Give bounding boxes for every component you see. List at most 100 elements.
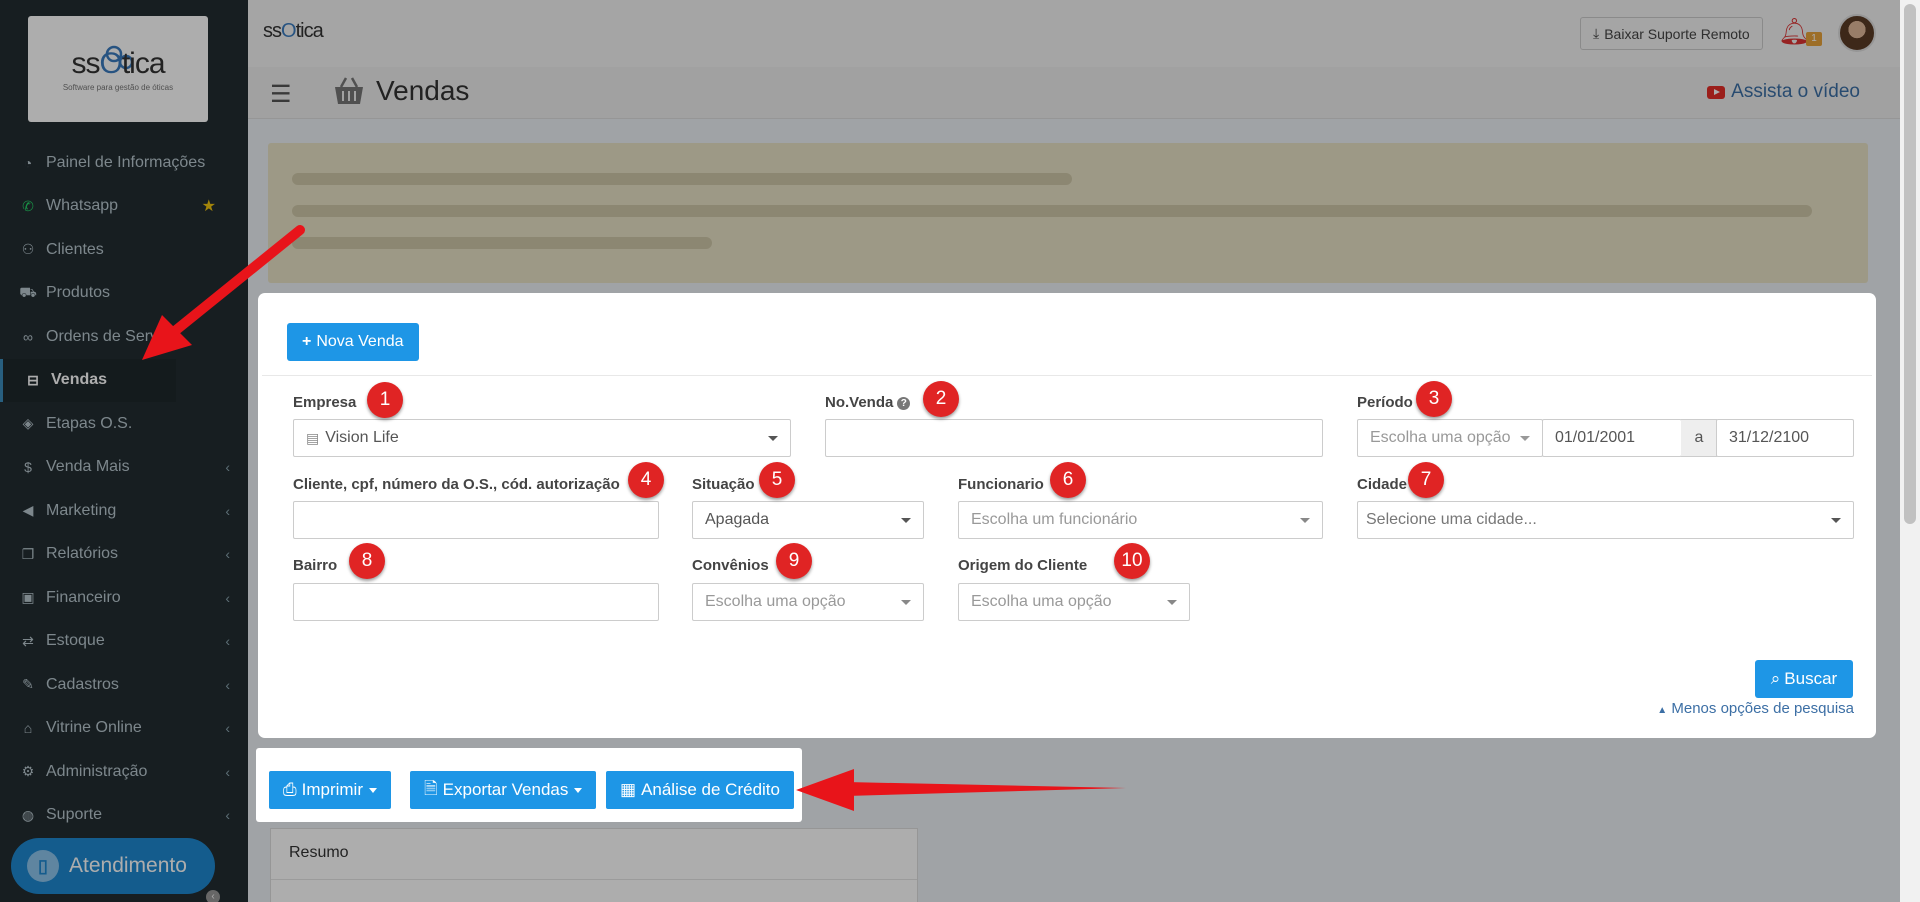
basket-icon: ⊟ bbox=[27, 371, 39, 388]
sidebar-item-administracao[interactable]: ⚙ Administração ‹ bbox=[0, 750, 248, 794]
sidebar-item-produtos[interactable]: ⛟ Produtos bbox=[0, 272, 248, 316]
sidebar-item-etapas[interactable]: ◈ Etapas O.S. bbox=[0, 402, 248, 446]
caret-down-icon bbox=[1831, 518, 1841, 523]
caret-down-icon bbox=[1167, 600, 1177, 605]
employee-select[interactable]: Escolha um funcionário bbox=[958, 501, 1323, 539]
caret-down-icon bbox=[768, 436, 778, 441]
notification-badge: 1 bbox=[1806, 32, 1822, 46]
neighborhood-input[interactable] bbox=[293, 583, 659, 621]
support-chat-button[interactable]: ▯ Atendimento bbox=[11, 838, 215, 894]
notice-text-line bbox=[292, 237, 712, 249]
question-icon[interactable]: ? bbox=[897, 396, 911, 410]
sidebar-item-vendas[interactable]: ⊟ Vendas bbox=[0, 358, 176, 402]
search-button[interactable]: ⌕ Buscar bbox=[1755, 660, 1853, 698]
new-sale-button[interactable]: + Nova Venda bbox=[287, 323, 419, 361]
red-arrow-icon bbox=[796, 769, 1126, 811]
chevron-left-icon: ‹ bbox=[225, 502, 230, 519]
export-sales-button[interactable]: 🗎︎ Exportar Vendas bbox=[410, 771, 597, 809]
origin-select[interactable]: Escolha uma opção bbox=[958, 583, 1190, 621]
fewer-options-link[interactable]: ▲ Menos opções de pesquisa bbox=[1657, 700, 1854, 717]
step-badge-2: 2 bbox=[923, 381, 959, 417]
period-label: Período bbox=[1357, 394, 1413, 411]
status-label: Situação bbox=[692, 476, 755, 493]
sidebar-item-clientes[interactable]: ⚇ Clientes bbox=[0, 228, 248, 272]
page-title: Vendas bbox=[376, 75, 470, 106]
cogs-icon: ⚙ bbox=[21, 763, 35, 780]
header-logo[interactable]: ssOtica bbox=[263, 20, 324, 43]
plus-icon: + bbox=[302, 333, 312, 350]
sidebar-item-whatsapp[interactable]: ✆ Whatsapp ★ bbox=[0, 185, 248, 229]
company-select[interactable]: ▤ Vision Life bbox=[293, 419, 791, 457]
caret-down-icon bbox=[369, 787, 377, 793]
excel-file-icon: 🗎︎ bbox=[424, 778, 438, 798]
caret-down-icon bbox=[901, 518, 911, 523]
period-select[interactable]: Escolha uma opção bbox=[1357, 419, 1543, 457]
avatar[interactable] bbox=[1838, 14, 1876, 52]
copy-icon: ❐ bbox=[21, 545, 35, 562]
dashboard-icon: ◔ bbox=[23, 154, 33, 171]
dollar-icon: $ bbox=[24, 459, 32, 476]
glasses-icon: ∞ bbox=[23, 328, 33, 345]
date-to-input[interactable]: 31/12/2100 bbox=[1716, 419, 1854, 457]
chevron-left-icon: ‹ bbox=[225, 546, 230, 563]
sidebar-item-financeiro[interactable]: ▣ Financeiro ‹ bbox=[0, 576, 248, 620]
remote-support-button[interactable]: ⤓ Baixar Suporte Remoto bbox=[1580, 17, 1763, 50]
sidebar-item-estoque[interactable]: ⇄ Estoque ‹ bbox=[0, 620, 248, 664]
sidebar-item-vitrine[interactable]: ⌂ Vitrine Online ‹ bbox=[0, 707, 248, 751]
credit-analysis-button[interactable]: ▦ Análise de Crédito bbox=[606, 771, 794, 809]
chevron-left-icon: ‹ bbox=[225, 459, 230, 476]
brand-logo[interactable]: ssOtica Software para gestão de óticas bbox=[28, 16, 208, 122]
watch-video-link[interactable]: Assista o vídeo bbox=[1707, 81, 1860, 103]
chevron-left-icon: ‹ bbox=[225, 676, 230, 693]
page-header: ☰ Vendas Assista o vídeo bbox=[248, 67, 1900, 119]
step-badge-1: 1 bbox=[367, 382, 403, 418]
globe-icon: ◍ bbox=[21, 806, 35, 823]
sidebar: ssOtica Software para gestão de óticas ◔… bbox=[0, 0, 248, 902]
notice-text-line bbox=[292, 173, 1072, 185]
step-badge-6: 6 bbox=[1050, 462, 1086, 498]
top-bar: ssOtica ⤓ Baixar Suporte Remoto 🔔︎ 1 bbox=[248, 0, 1900, 67]
sidebar-collapse-icon[interactable]: ‹ bbox=[206, 890, 220, 902]
client-input[interactable] bbox=[293, 501, 659, 539]
step-badge-10: 10 bbox=[1114, 543, 1150, 579]
brand-name: ssOtica bbox=[71, 46, 165, 80]
city-select[interactable]: Selecione uma cidade... bbox=[1357, 501, 1854, 539]
sidebar-item-venda-mais[interactable]: $ Venda Mais ‹ bbox=[0, 446, 248, 490]
caret-up-icon: ▲ bbox=[1657, 705, 1668, 716]
status-select[interactable]: Apagada bbox=[692, 501, 924, 539]
print-button[interactable]: ⎙ Imprimir bbox=[269, 771, 391, 809]
tag-icon: ◈ bbox=[22, 415, 34, 432]
page-title-group: Vendas bbox=[332, 75, 469, 107]
agreements-select[interactable]: Escolha uma opção bbox=[692, 583, 924, 621]
date-from-input[interactable]: 01/01/2001 bbox=[1542, 419, 1682, 457]
download-icon: ⤓ bbox=[1593, 25, 1600, 41]
sidebar-item-painel[interactable]: ◔ Painel de Informações bbox=[0, 141, 248, 185]
sidebar-item-relatorios[interactable]: ❐ Relatórios ‹ bbox=[0, 533, 248, 577]
chevron-left-icon: ‹ bbox=[225, 720, 230, 737]
sales-search-panel: + Nova Venda Empresa ▤ Vision Life No.Vend… bbox=[262, 297, 1872, 734]
agreements-label: Convênios bbox=[692, 557, 769, 574]
search-icon: ⌕ bbox=[1770, 669, 1781, 688]
summary-panel: Resumo bbox=[270, 828, 918, 902]
notice-text-line bbox=[292, 205, 1812, 217]
summary-title: Resumo bbox=[289, 844, 349, 861]
caret-down-icon bbox=[1520, 436, 1530, 441]
sale-number-input[interactable] bbox=[825, 419, 1323, 457]
sidebar-item-cadastros[interactable]: ✎ Cadastros ‹ bbox=[0, 663, 248, 707]
chat-bubble-icon: ▯ bbox=[27, 850, 59, 882]
page-scrollbar[interactable] bbox=[1900, 0, 1920, 902]
money-icon: ▣ bbox=[21, 589, 35, 606]
city-label: Cidade bbox=[1357, 476, 1408, 493]
sidebar-item-marketing[interactable]: ◀ Marketing ‹ bbox=[0, 489, 248, 533]
sale-number-label: No.Venda? bbox=[825, 394, 911, 411]
notice-banner bbox=[268, 143, 1868, 283]
exchange-icon: ⇄ bbox=[22, 632, 34, 649]
sidebar-item-ordens[interactable]: ∞ Ordens de Serviço bbox=[0, 315, 248, 359]
hamburger-menu-icon[interactable]: ☰ bbox=[270, 80, 292, 109]
sidebar-item-suporte[interactable]: ◍ Suporte ‹ bbox=[0, 794, 248, 838]
step-badge-4: 4 bbox=[628, 462, 664, 498]
caret-down-icon bbox=[574, 787, 583, 793]
whatsapp-icon: ✆ bbox=[22, 197, 34, 214]
scrollbar-thumb[interactable] bbox=[1904, 4, 1916, 524]
sidebar-menu: ◔ Painel de Informações ✆ Whatsapp ★ ⚇ Clien… bbox=[0, 141, 248, 837]
